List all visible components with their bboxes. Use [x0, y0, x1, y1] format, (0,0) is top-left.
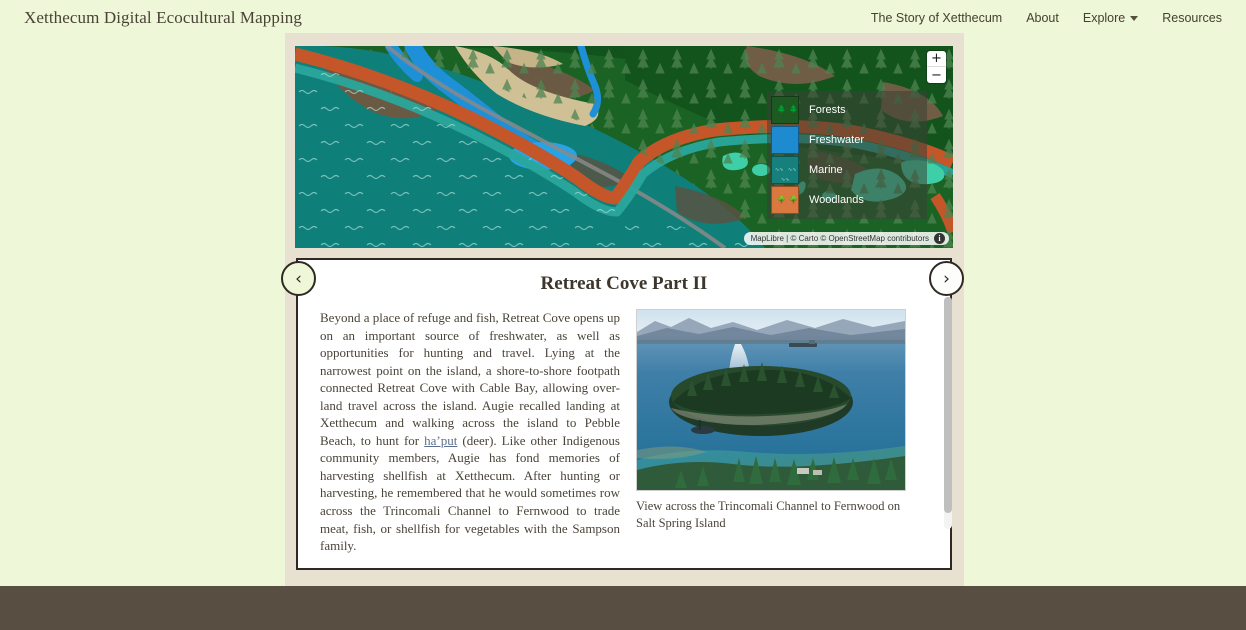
nav-label: Explore: [1083, 11, 1125, 25]
legend-item-woodlands[interactable]: 🌳🌳 Woodlands: [767, 185, 927, 215]
nav-label: Resources: [1162, 11, 1222, 25]
photo-caption: View across the Trincomali Channel to Fe…: [636, 498, 908, 532]
nav-label: The Story of Xetthecum: [871, 11, 1002, 25]
info-icon[interactable]: i: [934, 233, 945, 244]
map-zoom-controls[interactable]: + −: [927, 51, 946, 83]
map-attribution: MapLibre | © Carto © OpenStreetMap contr…: [744, 232, 949, 245]
next-story-button[interactable]: ›: [929, 261, 964, 296]
legend-label: Woodlands: [809, 194, 864, 206]
legend-item-marine[interactable]: ∿∿∿∿ ∿∿ Marine: [767, 155, 927, 185]
nav-link-resources[interactable]: Resources: [1162, 11, 1222, 25]
nav-link-about[interactable]: About: [1026, 11, 1059, 25]
legend-swatch-marine: ∿∿∿∿ ∿∿: [771, 156, 799, 184]
site-header: Xetthecum Digital Ecocultural Mapping Th…: [0, 0, 1246, 36]
attribution-text[interactable]: MapLibre | © Carto © OpenStreetMap contr…: [751, 234, 929, 243]
paragraph-text-before-link: Beyond a place of refuge and fish, Retre…: [320, 310, 620, 448]
zoom-in-button[interactable]: +: [927, 51, 946, 67]
story-paragraph: Beyond a place of refuge and fish, Retre…: [320, 309, 620, 555]
legend-label: Forests: [809, 104, 846, 116]
glossary-link-haput[interactable]: ha’put: [424, 433, 457, 448]
main-navigation: The Story of Xetthecum About Explore Res…: [871, 11, 1222, 25]
scrollbar-thumb[interactable]: [944, 297, 952, 513]
story-body: Beyond a place of refuge and fish, Retre…: [298, 295, 950, 555]
story-figure: View across the Trincomali Channel to Fe…: [636, 309, 908, 555]
story-photo: [636, 309, 906, 491]
site-footer: [0, 586, 1246, 630]
legend-item-freshwater[interactable]: Freshwater: [767, 125, 927, 155]
nav-label: About: [1026, 11, 1059, 25]
previous-story-button[interactable]: ‹: [281, 261, 316, 296]
map-legend: 🌲🌲 Forests Freshwater ∿∿∿∿ ∿∿ Marine 🌳🌳 …: [767, 91, 927, 219]
legend-swatch-woodlands: 🌳🌳: [771, 186, 799, 214]
nav-link-the-story-of-xetthecum[interactable]: The Story of Xetthecum: [871, 11, 1002, 25]
paragraph-text-after-link: (deer). Like other Indigenous community …: [320, 433, 620, 553]
legend-swatch-forests: 🌲🌲: [771, 96, 799, 124]
nav-link-explore[interactable]: Explore: [1083, 11, 1138, 25]
legend-item-forests[interactable]: 🌲🌲 Forests: [767, 95, 927, 125]
legend-swatch-freshwater: [771, 126, 799, 154]
legend-label: Freshwater: [809, 134, 864, 146]
story-card: Retreat Cove Part II Beyond a place of r…: [296, 258, 952, 570]
story-title: Retreat Cove Part II: [298, 260, 950, 295]
map-panel[interactable]: + − 🌲🌲 Forests Freshwater ∿∿∿∿ ∿∿ Marine…: [295, 46, 953, 248]
legend-label: Marine: [809, 164, 843, 176]
chevron-down-icon: [1130, 16, 1138, 21]
site-brand[interactable]: Xetthecum Digital Ecocultural Mapping: [24, 8, 302, 28]
story-scrollbar[interactable]: [944, 297, 952, 529]
zoom-out-button[interactable]: −: [927, 67, 946, 83]
